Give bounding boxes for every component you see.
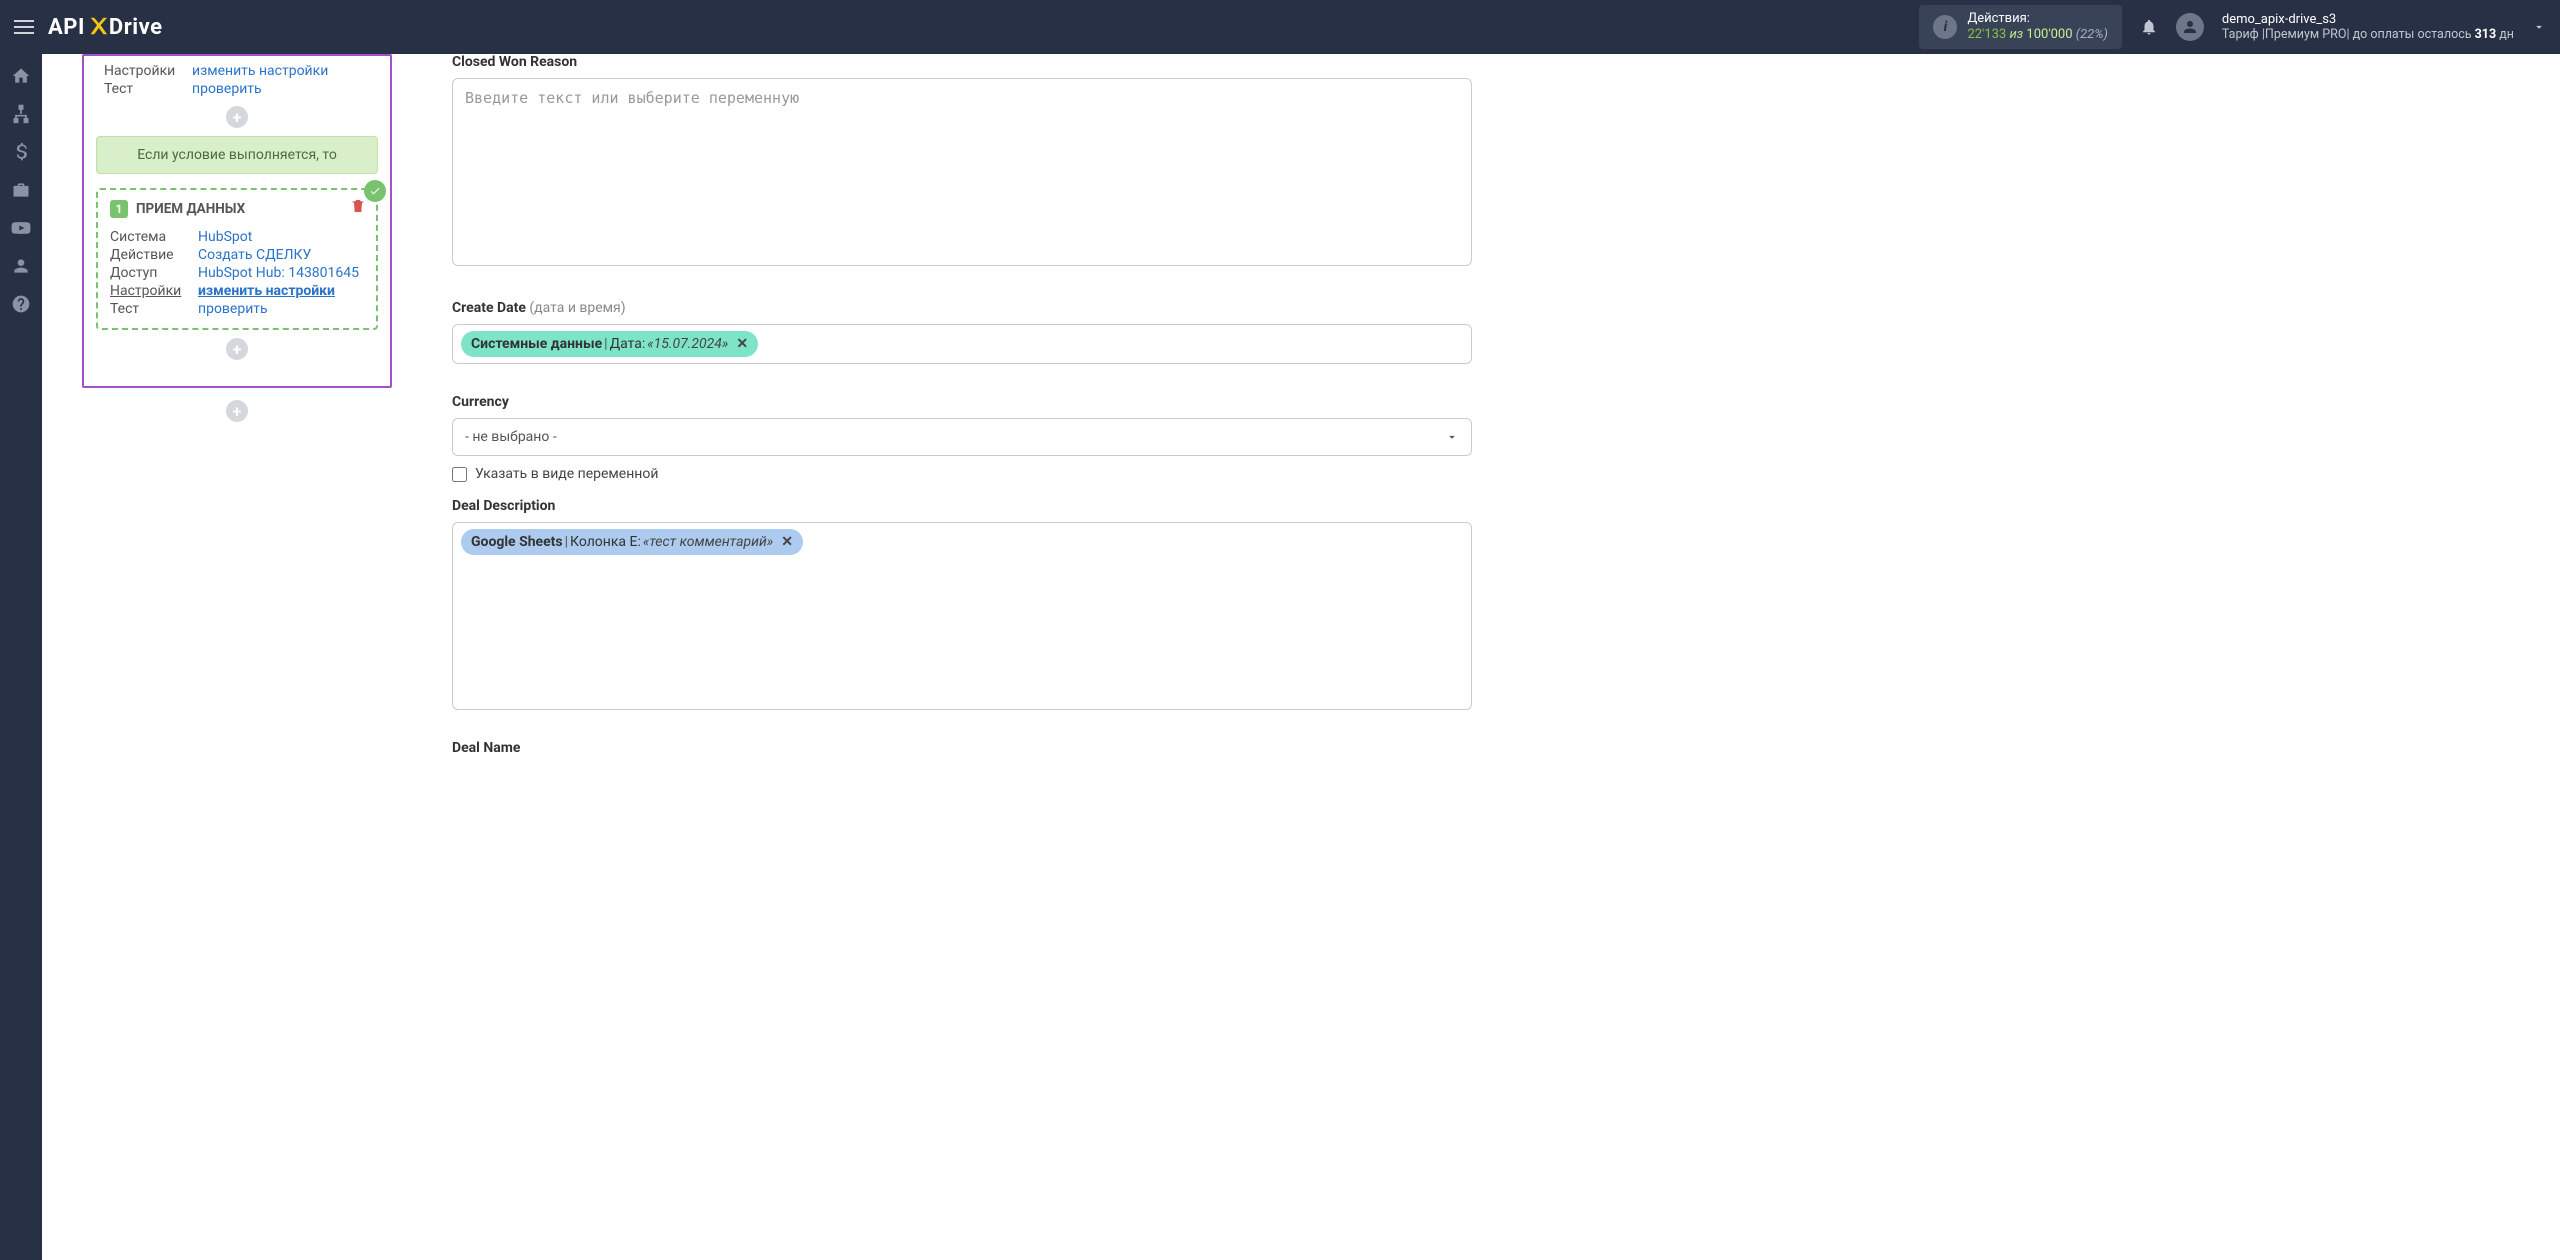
- flow-container: Настройки изменить настройки Тест провер…: [82, 54, 392, 388]
- system-label: Система: [110, 229, 190, 245]
- form-panel: Closed Won Reason Create Date (дата и вр…: [412, 54, 1512, 1260]
- page: Настройки изменить настройки Тест провер…: [42, 54, 2560, 1260]
- action-label: Действие: [110, 247, 190, 263]
- info-icon: i: [1933, 15, 1957, 39]
- actions-pct: (22%): [2076, 27, 2108, 42]
- create-date-label: Create Date (дата и время): [452, 300, 1472, 316]
- trash-icon[interactable]: [350, 198, 366, 214]
- chevron-down-icon[interactable]: [2532, 20, 2546, 34]
- logo-drive: Drive: [109, 15, 163, 40]
- check-icon: [364, 180, 386, 202]
- test-value[interactable]: проверить: [198, 301, 268, 317]
- currency-placeholder: - не выбрано -: [465, 429, 557, 445]
- user-block[interactable]: demo_apix-drive_s3 Тариф |Премиум PRO| д…: [2222, 12, 2514, 43]
- action-value[interactable]: Создать СДЕЛКУ: [198, 247, 311, 263]
- chevron-down-icon: [1445, 430, 1459, 444]
- step-number: 1: [110, 200, 128, 218]
- actions-used: 22'133: [1967, 27, 2006, 42]
- access-label: Доступ: [110, 265, 190, 281]
- closed-won-input[interactable]: [452, 78, 1472, 266]
- field-currency: Currency - не выбрано - Указать в виде п…: [452, 394, 1472, 482]
- header-left: API Drive: [14, 13, 162, 41]
- settings-label2: Настройки: [110, 283, 190, 299]
- test-link[interactable]: проверить: [192, 81, 262, 97]
- actions-text: Действия: 22'133 из 100'000 (22%): [1967, 11, 2107, 42]
- create-date-chip[interactable]: Системные данные | Дата: «15.07.2024» ✕: [461, 331, 758, 357]
- youtube-icon[interactable]: [11, 218, 31, 238]
- step-header: 1 ПРИЕМ ДАННЫХ: [110, 200, 364, 218]
- desc-chip[interactable]: Google Sheets | Колонка E: «тест коммент…: [461, 529, 803, 555]
- desc-input[interactable]: Google Sheets | Колонка E: «тест коммент…: [452, 522, 1472, 710]
- add-step-button[interactable]: +: [226, 106, 248, 128]
- home-icon[interactable]: [11, 66, 31, 86]
- chip-remove-icon[interactable]: ✕: [736, 335, 748, 353]
- top-header: API Drive i Действия: 22'133 из 100'000 …: [0, 0, 2560, 54]
- sitemap-icon[interactable]: [11, 104, 31, 124]
- field-closed-won: Closed Won Reason: [452, 54, 1472, 270]
- step-title: ПРИЕМ ДАННЫХ: [136, 201, 245, 217]
- briefcase-icon[interactable]: [11, 180, 31, 200]
- help-icon[interactable]: [11, 294, 31, 314]
- dealname-label: Deal Name: [452, 740, 1472, 756]
- actions-counter[interactable]: i Действия: 22'133 из 100'000 (22%): [1919, 5, 2121, 48]
- currency-select[interactable]: - не выбрано -: [452, 418, 1472, 456]
- create-date-input[interactable]: Системные данные | Дата: «15.07.2024» ✕: [452, 324, 1472, 364]
- test-label2: Тест: [110, 301, 190, 317]
- access-value[interactable]: HubSpot Hub: 143801645: [198, 265, 359, 281]
- user-plan: Тариф |Премиум PRO| до оплаты осталось 3…: [2222, 27, 2514, 42]
- logo-api: API: [48, 15, 85, 40]
- settings-value[interactable]: изменить настройки: [198, 283, 335, 299]
- currency-label: Currency: [452, 394, 1472, 410]
- step-rows: Система HubSpot Действие Создать СДЕЛКУ До…: [110, 228, 364, 318]
- system-value[interactable]: HubSpot: [198, 229, 252, 245]
- condition-banner: Если условие выполняется, то: [96, 136, 378, 174]
- actions-label: Действия:: [1967, 11, 2107, 27]
- test-label: Тест: [104, 81, 184, 97]
- source-block: Настройки изменить настройки Тест провер…: [96, 56, 378, 98]
- field-desc: Deal Description Google Sheets | Колонка…: [452, 498, 1472, 710]
- add-branch-button[interactable]: +: [226, 400, 248, 422]
- user-name: demo_apix-drive_s3: [2222, 12, 2514, 28]
- logo-x-icon: [86, 13, 108, 41]
- header-right: i Действия: 22'133 из 100'000 (22%) demo…: [1919, 5, 2546, 48]
- actions-sep: из: [2009, 27, 2023, 42]
- add-step-button-2[interactable]: +: [226, 338, 248, 360]
- left-panel: Настройки изменить настройки Тест провер…: [42, 54, 412, 1260]
- avatar[interactable]: [2176, 13, 2204, 41]
- menu-icon[interactable]: [14, 20, 34, 34]
- chip-remove-icon[interactable]: ✕: [781, 533, 793, 551]
- settings-link[interactable]: изменить настройки: [192, 63, 328, 79]
- as-variable-checkbox[interactable]: [452, 467, 467, 482]
- closed-won-label: Closed Won Reason: [452, 54, 1472, 70]
- field-dealname: Deal Name: [452, 740, 1472, 756]
- bell-icon[interactable]: [2140, 18, 2158, 36]
- as-variable-row[interactable]: Указать в виде переменной: [452, 466, 1472, 482]
- as-variable-label: Указать в виде переменной: [475, 466, 658, 482]
- desc-label: Deal Description: [452, 498, 1472, 514]
- side-rail: [0, 54, 42, 1260]
- actions-total: 100'000: [2026, 27, 2072, 42]
- settings-label: Настройки: [104, 63, 184, 79]
- destination-card[interactable]: 1 ПРИЕМ ДАННЫХ Система HubSpot Действие Со…: [96, 188, 378, 330]
- dollar-icon[interactable]: [11, 142, 31, 162]
- field-create-date: Create Date (дата и время) Системные дан…: [452, 300, 1472, 364]
- logo[interactable]: API Drive: [48, 13, 162, 41]
- user-icon[interactable]: [11, 256, 31, 276]
